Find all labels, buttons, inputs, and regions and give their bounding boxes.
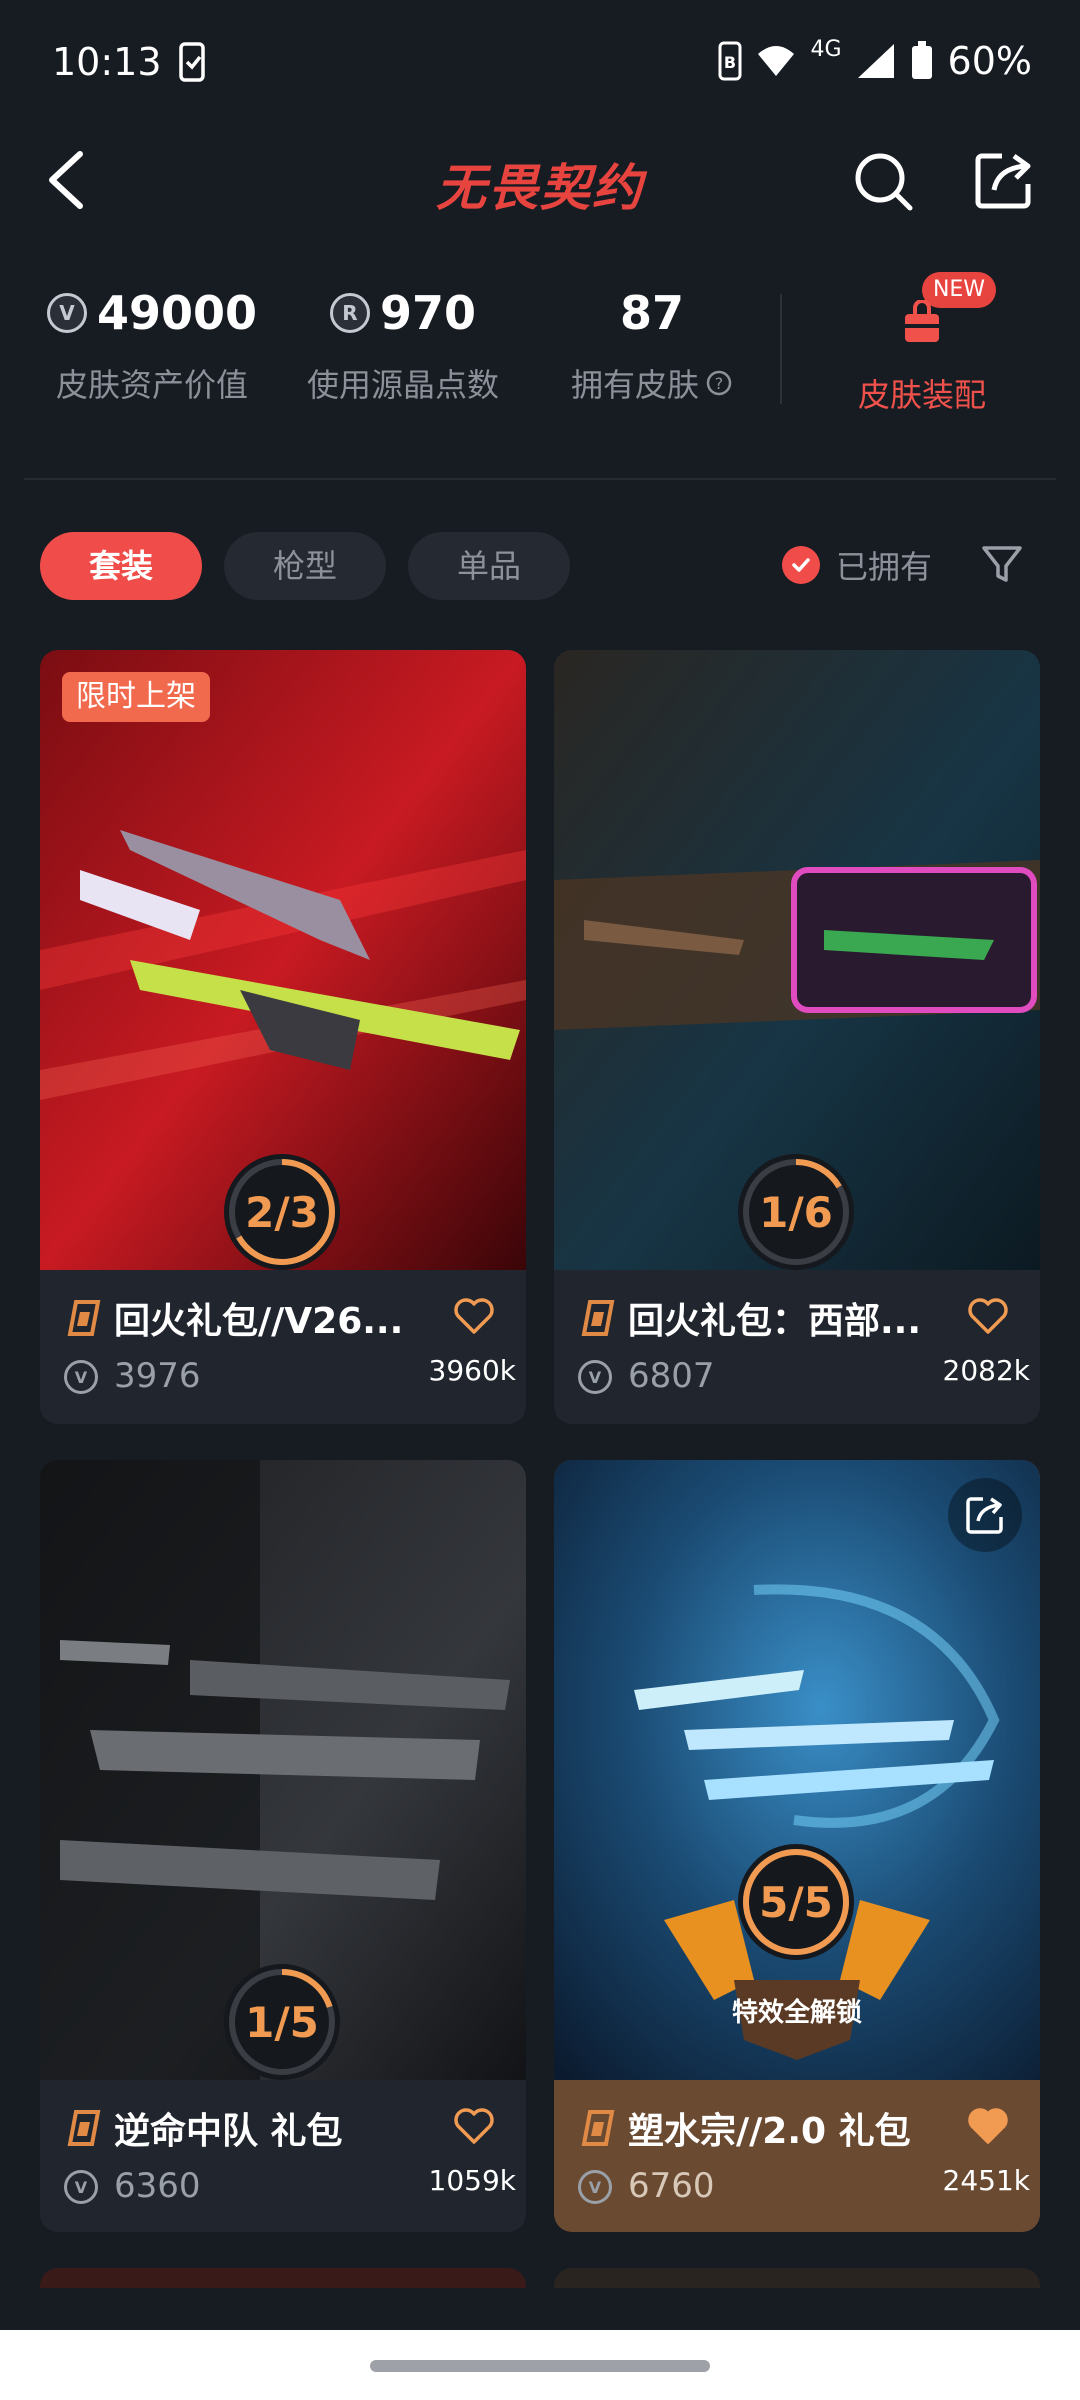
battery-percent: 60%: [947, 39, 1032, 83]
owned-filter-label: 已拥有: [836, 548, 933, 586]
tier-icon: [67, 2110, 101, 2146]
bundle-price: 6360: [114, 2166, 201, 2206]
section-divider: [24, 478, 1056, 480]
home-indicator[interactable]: [370, 2360, 710, 2372]
phone-sync-icon: [179, 42, 205, 82]
collection-progress: 1/6: [738, 1154, 854, 1270]
check-icon[interactable]: [782, 546, 820, 584]
bundle-title: 塑水宗//2.0 礼包: [628, 2111, 911, 2152]
nfc-icon: B: [718, 41, 742, 81]
bundle-title: 回火礼包：西部...: [628, 1301, 922, 1342]
stats-divider: [780, 294, 782, 404]
heart-icon[interactable]: [452, 2104, 496, 2148]
tier-icon: [581, 2110, 615, 2146]
bundle-card-partial[interactable]: [40, 2268, 526, 2288]
share-icon[interactable]: [948, 1478, 1022, 1552]
filter-icon[interactable]: [980, 542, 1024, 586]
effects-unlocked-label: 特效全解锁: [731, 1998, 862, 2028]
tab-weapon-type[interactable]: 枪型: [224, 532, 386, 600]
heart-icon[interactable]: [452, 1294, 496, 1338]
progress-text: 2/3: [245, 1187, 319, 1237]
valor-points-icon: V: [578, 1360, 612, 1394]
bundle-card-partial[interactable]: [554, 2268, 1040, 2288]
heart-filled-icon[interactable]: [966, 2104, 1010, 2148]
network-type: 4G: [810, 36, 842, 62]
help-icon[interactable]: ?: [705, 369, 733, 397]
bundle-card[interactable]: 1/6 回火礼包：西部... V 6807 2082k: [554, 650, 1040, 1424]
collection-progress: 5/5: [738, 1844, 854, 1960]
valor-points-icon: V: [64, 2170, 98, 2204]
svg-text:B: B: [724, 53, 736, 72]
owned-count: 87: [619, 286, 684, 340]
app-header: 无畏契约: [0, 130, 1080, 230]
valor-points-icon: V: [578, 2170, 612, 2204]
owned-label: 拥有皮肤: [570, 366, 699, 404]
points-label: 使用源晶点数: [306, 366, 499, 404]
app-logo-title: 无畏契约: [436, 159, 644, 217]
radianite-icon: R: [329, 293, 370, 333]
bundle-card[interactable]: 限时上架 2/3 回火礼包//V26... V 3976 3960k: [40, 650, 526, 1424]
svg-text:?: ?: [715, 374, 724, 393]
valor-points-icon: V: [64, 1360, 98, 1394]
owned-skins-stat[interactable]: 87 拥有皮肤 ?: [560, 280, 744, 406]
collection-progress: 1/5: [224, 1964, 340, 2080]
progress-text: 1/6: [759, 1187, 833, 1237]
like-count: 1059k: [428, 2164, 516, 2197]
progress-text: 1/5: [245, 1997, 319, 2047]
collection-progress: 2/3: [224, 1154, 340, 1270]
wifi-icon: [758, 46, 795, 76]
bundle-title: 回火礼包//V26...: [114, 1301, 404, 1342]
battery-icon: [911, 41, 932, 79]
bundle-image: [554, 1460, 1040, 2080]
points-value: 970: [379, 286, 477, 340]
share-icon[interactable]: [974, 150, 1034, 210]
asset-value: 49000: [96, 286, 258, 340]
category-tabs: 套装 枪型 单品: [40, 532, 570, 600]
tab-single-item[interactable]: 单品: [408, 532, 570, 600]
bundle-card[interactable]: 1/5 逆命中队 礼包 V 6360 1059k: [40, 1460, 526, 2232]
search-icon[interactable]: [852, 150, 914, 212]
valor-points-icon: V: [46, 293, 87, 333]
bundle-price: 6807: [628, 1356, 715, 1396]
bundle-price: 3976: [114, 1356, 201, 1396]
tab-bundle[interactable]: 套装: [40, 532, 202, 600]
locker-icon: [905, 300, 939, 342]
skin-equip-label: 皮肤装配: [857, 376, 986, 414]
skin-equip-button[interactable]: 皮肤装配: [832, 300, 1012, 416]
owned-filter[interactable]: 已拥有: [782, 542, 932, 588]
like-count: 2451k: [942, 2164, 1030, 2197]
asset-value-stat: V 49000 皮肤资产价值: [36, 280, 268, 406]
points-stat: R 970 使用源晶点数: [300, 280, 506, 406]
bundle-card[interactable]: 5/5 特效全解锁 塑水宗//2.0 礼包 V 6760 2451k: [554, 1460, 1040, 2232]
tier-icon: [67, 1300, 101, 1336]
like-count: 3960k: [428, 1354, 516, 1387]
like-count: 2082k: [942, 1354, 1030, 1387]
bundle-title: 逆命中队 礼包: [114, 2111, 343, 2152]
signal-icon: [857, 44, 894, 78]
status-time: 10:13: [52, 40, 162, 84]
status-bar: 10:13 B 4G 60%: [0, 0, 1080, 120]
bundle-price: 6760: [628, 2166, 715, 2206]
limited-time-badge: 限时上架: [62, 672, 210, 722]
heart-icon[interactable]: [966, 1294, 1010, 1338]
progress-text: 5/5: [759, 1877, 833, 1927]
tier-icon: [581, 1300, 615, 1336]
asset-value-label: 皮肤资产价值: [55, 366, 248, 404]
